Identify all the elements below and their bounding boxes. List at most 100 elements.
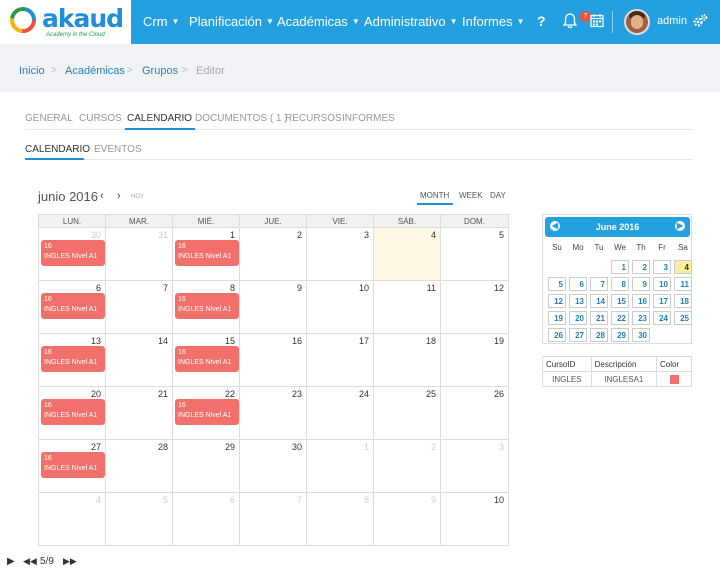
calendar-event[interactable]: 16 INGLES Nivel A1 <box>41 399 105 425</box>
breadcrumb-grupos[interactable]: Grupos <box>142 65 178 77</box>
day-cell[interactable]: 28 <box>106 440 173 493</box>
nav-administrativo[interactable]: Administrativo ▼ <box>364 14 458 29</box>
day-cell[interactable]: 15 16 INGLES Nivel A1 <box>173 334 240 387</box>
day-cell[interactable]: 24 <box>307 387 374 440</box>
day-cell[interactable]: 3 <box>441 440 509 493</box>
day-cell[interactable]: 9 <box>374 493 441 546</box>
day-cell[interactable]: 17 <box>307 334 374 387</box>
calendar-event[interactable]: 16 INGLES Nivel A1 <box>41 452 105 478</box>
mini-day[interactable]: 25 <box>674 311 692 325</box>
day-cell[interactable]: 31 <box>106 228 173 281</box>
next-month-button[interactable]: › <box>117 190 121 202</box>
day-cell[interactable]: 30 16 INGLES Nivel A1 <box>39 228 106 281</box>
mini-day[interactable]: 5 <box>548 277 566 291</box>
mini-day[interactable]: 10 <box>653 277 671 291</box>
tab-cursos[interactable]: CURSOS <box>79 113 122 124</box>
calendar-event[interactable]: 16 INGLES Nivel A1 <box>41 346 105 372</box>
view-day-button[interactable]: DAY <box>490 191 506 200</box>
day-cell[interactable]: 5 <box>441 228 509 281</box>
calendar-event[interactable]: 16 INGLES Nivel A1 <box>175 293 239 319</box>
tab-calendario[interactable]: CALENDARIO <box>127 113 192 124</box>
day-cell[interactable]: 10 <box>307 281 374 334</box>
breadcrumb-inicio[interactable]: Inicio <box>19 65 45 77</box>
day-cell[interactable]: 1 <box>307 440 374 493</box>
mini-day[interactable]: 6 <box>569 277 587 291</box>
mini-prev-icon[interactable]: ◀ <box>550 221 560 231</box>
day-cell[interactable]: 4 <box>374 228 441 281</box>
mini-day[interactable]: 4 <box>674 260 692 274</box>
prev-month-button[interactable]: ‹ <box>100 190 104 202</box>
day-cell[interactable]: 7 <box>240 493 307 546</box>
mini-day[interactable]: 16 <box>632 294 650 308</box>
table-row[interactable]: INGLES INGLESA1 <box>542 371 692 387</box>
mini-day[interactable]: 18 <box>674 294 692 308</box>
day-cell[interactable]: 12 <box>441 281 509 334</box>
mini-day[interactable]: 22 <box>611 311 629 325</box>
calendar-event[interactable]: 16 INGLES Nivel A1 <box>175 346 239 372</box>
user-name[interactable]: admin <box>657 15 687 27</box>
mini-day[interactable]: 14 <box>590 294 608 308</box>
mini-day[interactable]: 24 <box>653 311 671 325</box>
day-cell[interactable]: 9 <box>240 281 307 334</box>
calendar-event[interactable]: 16 INGLES Nivel A1 <box>175 240 239 266</box>
day-cell[interactable]: 11 <box>374 281 441 334</box>
mini-day[interactable]: 27 <box>569 328 587 342</box>
day-cell[interactable]: 6 16 INGLES Nivel A1 <box>39 281 106 334</box>
day-cell[interactable]: 14 <box>106 334 173 387</box>
day-cell[interactable]: 30 <box>240 440 307 493</box>
mini-day[interactable]: 7 <box>590 277 608 291</box>
day-cell[interactable]: 1 16 INGLES Nivel A1 <box>173 228 240 281</box>
calendar-event[interactable]: 16 INGLES Nivel A1 <box>175 399 239 425</box>
mini-day[interactable]: 20 <box>569 311 587 325</box>
day-cell[interactable]: 2 <box>240 228 307 281</box>
tab-documentos[interactable]: DOCUMENTOS ( 1 ) <box>195 113 288 124</box>
day-cell[interactable]: 7 <box>106 281 173 334</box>
day-cell[interactable]: 26 <box>441 387 509 440</box>
mini-day[interactable]: 19 <box>548 311 566 325</box>
mini-day[interactable]: 3 <box>653 260 671 274</box>
day-cell[interactable]: 2 <box>374 440 441 493</box>
help-icon[interactable]: ? <box>537 13 546 29</box>
nav-informes[interactable]: Informes ▼ <box>462 14 525 29</box>
day-cell[interactable]: 25 <box>374 387 441 440</box>
mini-day[interactable]: 1 <box>611 260 629 274</box>
mini-day[interactable]: 9 <box>632 277 650 291</box>
today-button[interactable]: HOY <box>131 194 144 200</box>
subtab-calendario[interactable]: CALENDARIO <box>25 144 90 155</box>
mini-day[interactable]: 21 <box>590 311 608 325</box>
day-cell[interactable]: 22 16 INGLES Nivel A1 <box>173 387 240 440</box>
mini-day[interactable]: 29 <box>611 328 629 342</box>
day-cell[interactable]: 10 <box>441 493 509 546</box>
tab-informes[interactable]: INFORMES <box>342 113 395 124</box>
nav-academicas[interactable]: Académicas ▼ <box>277 14 360 29</box>
breadcrumb-academicas[interactable]: Académicas <box>65 65 125 77</box>
view-month-button[interactable]: MONTH <box>420 191 449 200</box>
day-cell[interactable]: 29 <box>173 440 240 493</box>
day-cell[interactable]: 23 <box>240 387 307 440</box>
mini-day[interactable]: 13 <box>569 294 587 308</box>
mini-day[interactable]: 17 <box>653 294 671 308</box>
subtab-eventos[interactable]: EVENTOS <box>94 144 142 155</box>
day-cell[interactable]: 18 <box>374 334 441 387</box>
mini-day[interactable]: 23 <box>632 311 650 325</box>
day-cell[interactable]: 13 16 INGLES Nivel A1 <box>39 334 106 387</box>
calendar-icon[interactable] <box>590 13 604 28</box>
mini-day[interactable]: 11 <box>674 277 692 291</box>
calendar-event[interactable]: 16 INGLES Nivel A1 <box>41 240 105 266</box>
mini-day[interactable]: 15 <box>611 294 629 308</box>
bell-icon[interactable] <box>563 13 577 29</box>
day-cell[interactable]: 21 <box>106 387 173 440</box>
nav-crm[interactable]: Crm ▼ <box>143 14 179 29</box>
tab-general[interactable]: GENERAL <box>25 113 73 124</box>
mini-day[interactable]: 30 <box>632 328 650 342</box>
day-cell[interactable]: 16 <box>240 334 307 387</box>
mini-day[interactable]: 12 <box>548 294 566 308</box>
calendar-event[interactable]: 16 INGLES Nivel A1 <box>41 293 105 319</box>
nav-planificacion[interactable]: Planificación ▼ <box>189 14 274 29</box>
tab-recursos[interactable]: RECURSOS <box>285 113 342 124</box>
day-cell[interactable]: 6 <box>173 493 240 546</box>
gears-icon[interactable] <box>692 13 708 29</box>
day-cell[interactable]: 3 <box>307 228 374 281</box>
app-logo[interactable]: akaud Academy in the Cloud <box>0 0 131 44</box>
day-cell[interactable]: 5 <box>106 493 173 546</box>
